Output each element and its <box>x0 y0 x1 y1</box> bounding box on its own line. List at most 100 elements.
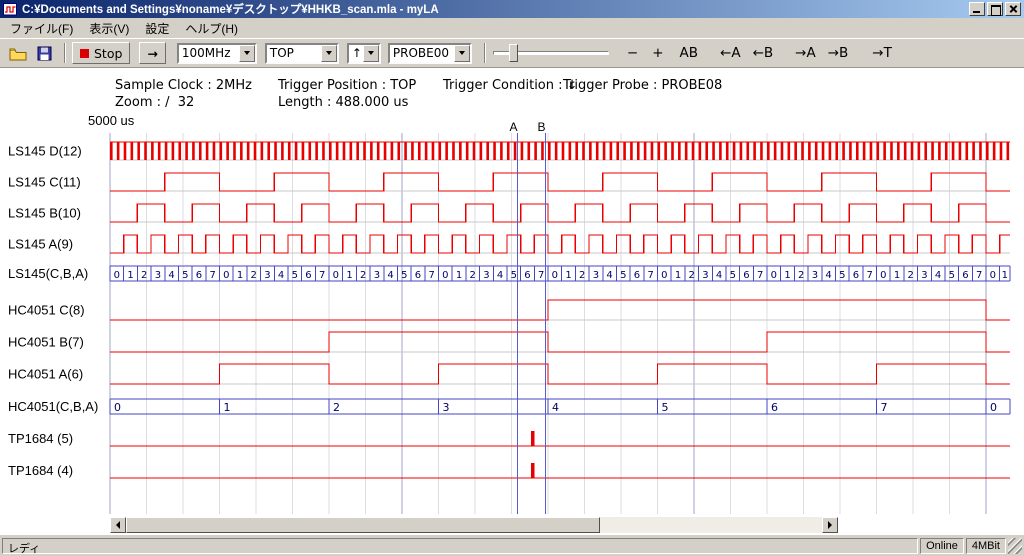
minimize-button[interactable] <box>969 2 985 16</box>
goto-trigger-button[interactable]: →T <box>868 43 896 63</box>
tick-pulse <box>131 142 134 160</box>
stop-button[interactable]: Stop <box>72 42 130 64</box>
zoom-slider[interactable] <box>493 43 609 63</box>
maximize-button[interactable] <box>987 2 1003 16</box>
zoom-out-button[interactable]: − <box>623 43 642 63</box>
tick-pulse <box>589 142 592 160</box>
trigger-edge-value: ↑ <box>349 46 363 60</box>
tick-pulse <box>562 142 565 160</box>
tick-pulse <box>308 142 311 160</box>
horizontal-scrollbar[interactable] <box>110 517 838 533</box>
menu-help[interactable]: ヘルプ(H) <box>177 18 246 39</box>
tick-pulse <box>336 142 339 160</box>
tick-pulse <box>678 142 681 160</box>
menu-settings[interactable]: 設定 <box>137 18 177 39</box>
bus-value: 7 <box>866 270 872 281</box>
trigger-position-select[interactable]: TOP <box>265 43 339 64</box>
move-cursor-a-button[interactable]: →A <box>791 43 820 63</box>
bus-value: 0 <box>442 270 448 281</box>
bus-value: 4 <box>716 270 722 281</box>
tick-pulse <box>794 142 797 160</box>
tick-pulse <box>534 142 537 160</box>
tick-pulse <box>610 142 613 160</box>
menu-view[interactable]: 表示(V) <box>81 18 137 39</box>
scrollbar-thumb[interactable] <box>126 517 600 533</box>
tick-pulse <box>192 142 195 160</box>
channel-trace <box>110 204 1010 222</box>
tick-pulse <box>569 142 572 160</box>
tick-pulse <box>240 142 243 160</box>
tick-pulse <box>302 142 305 160</box>
close-button[interactable] <box>1005 2 1021 16</box>
dropdown-arrow-icon[interactable] <box>363 45 379 62</box>
tick-pulse <box>877 142 880 160</box>
tick-pulse <box>144 142 147 160</box>
bus-value: 1 <box>894 270 900 281</box>
app-window: C:¥Documents and Settings¥noname¥デスクトップ¥… <box>0 0 1024 556</box>
tick-pulse <box>329 142 332 160</box>
bus-value: 6 <box>962 270 968 281</box>
bus-value: 1 <box>456 270 462 281</box>
goto-cursor-b-button[interactable]: ←B <box>749 43 778 63</box>
tick-pulse <box>377 142 380 160</box>
bus-value: 1 <box>224 401 231 414</box>
bus-value: 1 <box>237 270 243 281</box>
bus-value: 3 <box>443 401 450 414</box>
bus-value: 5 <box>730 270 736 281</box>
bus-value: 1 <box>675 270 681 281</box>
toolbar: Stop → 100MHz TOP ↑ PROBE00 − + AB ←A ←B… <box>0 38 1024 68</box>
cursor-ab-button[interactable]: AB <box>676 43 703 63</box>
app-icon[interactable] <box>3 2 18 17</box>
channel-label: LS145 B(10) <box>8 206 81 221</box>
channel-trace <box>110 300 1010 320</box>
trigger-probe-select[interactable]: PROBE00 <box>388 43 472 64</box>
tick-pulse <box>315 142 318 160</box>
tick-pulse <box>473 142 476 160</box>
tick-pulse <box>740 142 743 160</box>
menu-file[interactable]: ファイル(F) <box>2 18 81 39</box>
bus-value: 1 <box>565 270 571 281</box>
scroll-right-button[interactable] <box>822 517 838 533</box>
bus-value: 7 <box>647 270 653 281</box>
scrollbar-track[interactable] <box>126 517 822 533</box>
bus-value: 2 <box>798 270 804 281</box>
tick-pulse <box>124 142 127 160</box>
move-cursor-b-button[interactable]: →B <box>824 43 853 63</box>
bus-value: 3 <box>921 270 927 281</box>
tick-pulse <box>856 142 859 160</box>
tick-pulse <box>418 142 421 160</box>
signal-pulse <box>531 431 535 446</box>
open-file-button[interactable] <box>6 42 30 64</box>
zoom-in-button[interactable]: + <box>648 43 667 63</box>
trigger-edge-select[interactable]: ↑ <box>347 43 381 64</box>
tick-pulse <box>938 142 941 160</box>
signal-pulse <box>531 463 535 478</box>
run-button[interactable]: → <box>139 42 165 64</box>
tick-pulse <box>719 142 722 160</box>
arrow-left-icon <box>116 521 120 529</box>
tick-pulse <box>281 142 284 160</box>
tick-pulse <box>658 142 661 160</box>
bus-value: 6 <box>415 270 421 281</box>
goto-cursor-a-button[interactable]: ←A <box>716 43 745 63</box>
scroll-left-button[interactable] <box>110 517 126 533</box>
dropdown-arrow-icon[interactable] <box>454 45 470 62</box>
titlebar[interactable]: C:¥Documents and Settings¥noname¥デスクトップ¥… <box>0 0 1024 18</box>
tick-pulse <box>397 142 400 160</box>
tick-pulse <box>685 142 688 160</box>
tick-pulse <box>206 142 209 160</box>
slider-handle[interactable] <box>509 44 518 62</box>
tick-pulse <box>781 142 784 160</box>
bus-value: 0 <box>661 270 667 281</box>
save-file-button[interactable] <box>32 42 56 64</box>
resize-grip-icon[interactable] <box>1008 538 1022 554</box>
sample-clock-select[interactable]: 100MHz <box>177 43 257 64</box>
tick-pulse <box>541 142 544 160</box>
dropdown-arrow-icon[interactable] <box>239 45 255 62</box>
dropdown-arrow-icon[interactable] <box>321 45 337 62</box>
tick-pulse <box>767 142 770 160</box>
tick-pulse <box>671 142 674 160</box>
bus-value: 2 <box>333 401 340 414</box>
tick-pulse <box>459 142 462 160</box>
tick-pulse <box>870 142 873 160</box>
